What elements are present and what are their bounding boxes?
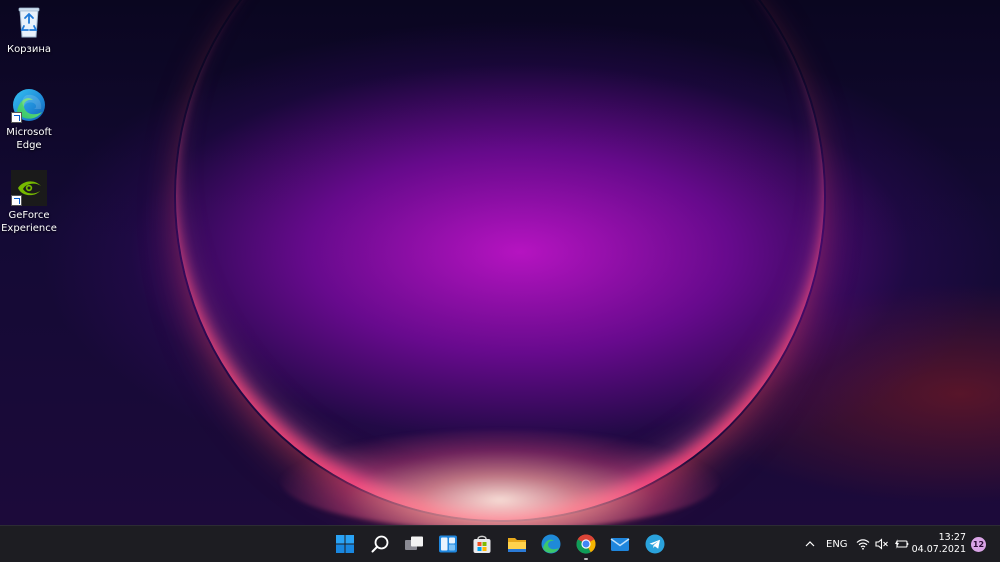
desktop-icon-label: Experience [1,223,57,234]
desktop-icon-recycle-bin[interactable]: Корзина [0,4,58,56]
file-explorer-icon[interactable] [506,533,528,555]
language-indicator[interactable]: ENG [826,526,848,562]
edge-icon [11,87,47,123]
desktop-icon-label: Microsoft [6,127,52,138]
clock-date: 04.07.2021 [911,544,966,555]
desktop-icon-label: Корзина [6,44,52,55]
clock-time: 13:27 [938,532,966,543]
search-icon[interactable] [369,533,391,555]
widgets-icon[interactable] [437,533,459,555]
clock[interactable]: 13:27 04.07.2021 [912,532,966,556]
running-indicator [584,558,588,560]
volume-muted-icon[interactable] [875,526,890,562]
wifi-icon[interactable] [856,526,871,562]
chrome-icon[interactable] [575,533,597,560]
telegram-icon[interactable] [644,533,666,555]
mail-icon[interactable] [609,533,631,555]
battery-charging-icon[interactable] [894,526,910,562]
wallpaper-glow [280,430,720,525]
task-view-icon[interactable] [403,533,425,555]
desktop-icon-microsoft-edge[interactable]: Microsoft Edge [0,87,58,152]
taskbar: ENG 13:27 04.07.2021 12 [0,525,1000,562]
desktop-icon-label: GeForce [8,210,50,221]
edge-icon[interactable] [540,533,562,555]
shortcut-arrow-icon [11,195,22,206]
store-icon[interactable] [471,533,493,555]
desktop-icon-label: Edge [16,140,42,151]
desktop-wallpaper: Корзина Microsoft Edge GeForce Experienc… [0,0,1000,525]
geforce-icon [11,170,47,206]
windows-start-icon[interactable] [334,533,356,555]
notification-count-badge[interactable]: 12 [971,537,986,552]
recycle-bin-icon [11,4,47,40]
shortcut-arrow-icon [11,112,22,123]
show-hidden-icons-chevron-icon[interactable] [804,526,818,562]
desktop-icon-geforce-experience[interactable]: GeForce Experience [0,170,58,235]
